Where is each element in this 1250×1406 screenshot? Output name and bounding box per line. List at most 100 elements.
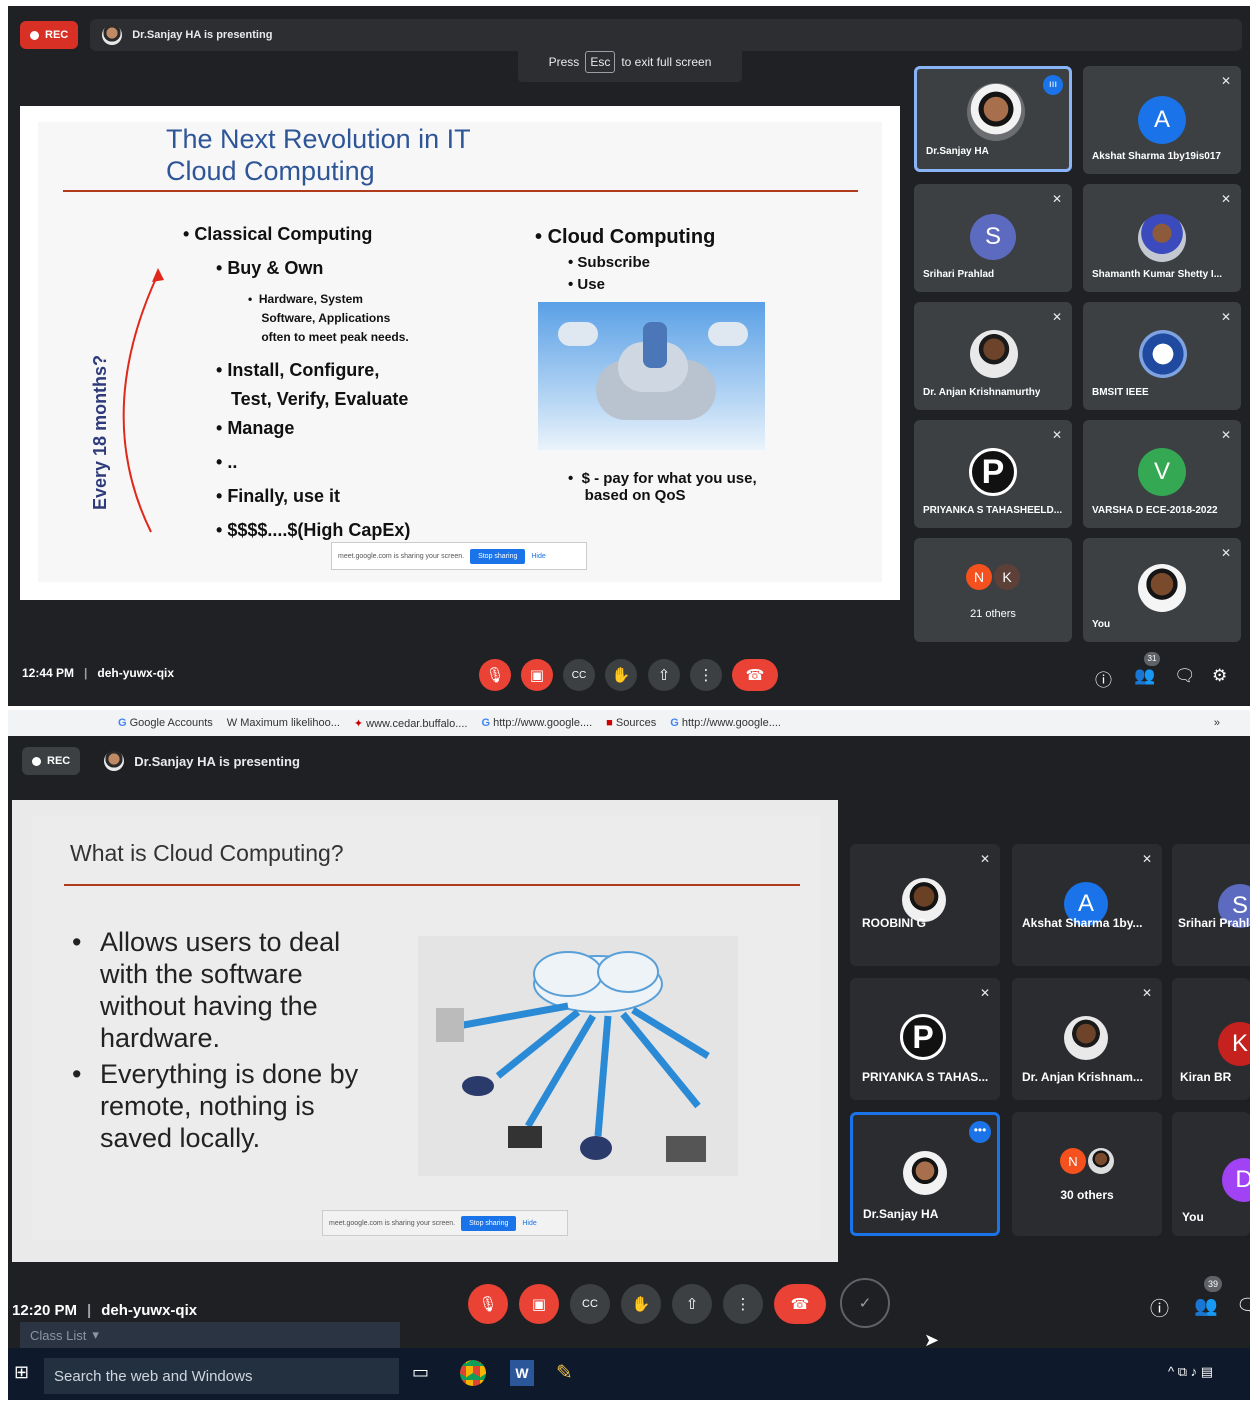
participant-tile[interactable]: ✕ P PRIYANKA S TAHASHEELD...	[914, 420, 1072, 528]
avatar-letter: N	[966, 564, 992, 590]
info-icon[interactable]: ⓘ	[1150, 1294, 1169, 1321]
esc-key: Esc	[585, 51, 616, 73]
dots-text: ..	[227, 452, 238, 472]
others-tile[interactable]: N K 21 others	[914, 538, 1072, 642]
hand-icon: ✋	[611, 667, 631, 684]
top-bar: REC Dr.Sanjay HA is presenting	[22, 744, 750, 778]
paint-icon[interactable]: ✎	[556, 1360, 573, 1385]
participant-tile[interactable]: ✕ P PRIYANKA S TAHAS...	[850, 978, 1000, 1100]
tile-name: You	[1182, 1210, 1204, 1224]
more-options-button[interactable]: ⋮	[690, 659, 722, 691]
camera-toggle-button[interactable]: ▣	[519, 1284, 559, 1324]
bookmark[interactable]: ✦ www.cedar.buffalo....	[354, 717, 468, 730]
presenting-banner: Dr.Sanjay HA is presenting	[92, 745, 750, 777]
manage-text: Manage	[227, 418, 295, 438]
mic-toggle-button[interactable]: 🎙	[479, 659, 511, 691]
others-tile[interactable]: N 30 others	[1012, 1112, 1162, 1236]
participant-tile[interactable]: ✕ A Akshat Sharma 1by...	[1012, 844, 1162, 966]
chat-icon[interactable]: 🗨	[1236, 1294, 1250, 1318]
clock: 12:44 PM	[22, 666, 75, 680]
b2-line: remote, nothing is	[100, 1091, 315, 1121]
sharing-notice: meet.google.com is sharing your screen. …	[322, 1210, 568, 1236]
participant-tile[interactable]: ✕ Dr. Anjan Krishnamurthy	[914, 302, 1072, 410]
participant-tile[interactable]: ✕ BMSIT IEEE	[1083, 302, 1241, 410]
bullet-use: • Use	[568, 276, 605, 293]
slide-title-line1: The Next Revolution in IT	[166, 124, 471, 154]
task-view-icon[interactable]: ▭	[412, 1362, 429, 1383]
bookmark[interactable]: G http://www.google....	[670, 717, 781, 729]
tile-name: Akshat Sharma 1by...	[1022, 916, 1143, 930]
people-icon[interactable]: 👥	[1194, 1294, 1218, 1318]
participant-tile[interactable]: ııı Dr.Sanjay HA	[914, 66, 1072, 172]
windows-taskbar: ⊞ Search the web and Windows ▭ W ✎ ^ ⧉ ♪…	[8, 1348, 1250, 1400]
meeting-code: deh-yuwx-qix	[97, 666, 175, 680]
meet-screen-2: G Google Accounts W Maximum likelihoo...…	[8, 710, 1250, 1400]
activities-icon[interactable]: ⚙	[1212, 666, 1227, 686]
participant-tile[interactable]: K Kiran BR	[1172, 978, 1250, 1100]
check-button[interactable]: ✓	[840, 1278, 890, 1328]
mic-off-icon: ✕	[1051, 310, 1062, 324]
stop-sharing-button[interactable]: Stop sharing	[470, 548, 526, 564]
bookmark[interactable]: G Google Accounts	[118, 717, 213, 729]
avatar-letter: D	[1222, 1158, 1250, 1202]
people-count-badge: 31	[1144, 652, 1160, 666]
leave-call-button[interactable]: ☎	[732, 659, 778, 691]
participant-tile[interactable]: S Srihari Prahla	[1172, 844, 1250, 966]
title-rule	[63, 190, 858, 192]
participant-tile[interactable]: ••• Dr.Sanjay HA	[850, 1112, 1000, 1236]
bullet-classical: • Classical Computing	[183, 224, 373, 244]
more-dots-icon[interactable]: •••	[969, 1121, 991, 1143]
system-tray-icons[interactable]: ^ ⧉ ♪ ▤	[1168, 1364, 1213, 1380]
info-icon[interactable]: ⓘ	[1095, 666, 1112, 691]
bookmark[interactable]: ■ Sources	[606, 717, 656, 729]
self-tile[interactable]: D You	[1172, 1112, 1250, 1236]
participant-tile[interactable]: ✕ Dr. Anjan Krishnam...	[1012, 978, 1162, 1100]
participant-tile[interactable]: ✕ A Akshat Sharma 1by19is017	[1083, 66, 1241, 174]
pay1: $ - pay for what you use,	[581, 470, 757, 487]
chevron-down-icon: ▾	[92, 1327, 99, 1342]
participant-tile[interactable]: ✕ ROOBINI G	[850, 844, 1000, 966]
sources-icon: ■	[606, 717, 613, 729]
raise-hand-button[interactable]: ✋	[605, 659, 637, 691]
avatar	[967, 83, 1025, 141]
self-tile[interactable]: ✕ You	[1083, 538, 1241, 642]
subscribe-text: Subscribe	[577, 254, 650, 271]
participant-tile[interactable]: ✕ V VARSHA D ECE-2018-2022	[1083, 420, 1241, 528]
chat-icon[interactable]: 🗨	[1174, 666, 1196, 686]
google-icon: G	[118, 717, 127, 729]
mic-toggle-button[interactable]: 🎙	[468, 1284, 508, 1324]
participant-tile[interactable]: ✕ S Srihari Prahlad	[914, 184, 1072, 292]
bookmark[interactable]: G http://www.google....	[481, 717, 592, 729]
people-icon[interactable]: 👥	[1134, 666, 1155, 686]
shared-screen: What is Cloud Computing? • Allows users …	[12, 800, 838, 1262]
present-button[interactable]: ⇧	[672, 1284, 712, 1324]
word-icon[interactable]: W	[510, 1360, 534, 1386]
more-bookmarks[interactable]: »	[1214, 717, 1220, 729]
bullet-everything: • Everything is done by remote, nothing i…	[72, 1058, 358, 1154]
windows-start-icon[interactable]: ⊞	[14, 1362, 29, 1383]
more-options-button[interactable]: ⋮	[723, 1284, 763, 1324]
b1-line: Allows users to deal	[100, 927, 341, 957]
hw3: often to meet peak needs.	[261, 330, 409, 344]
mic-off-icon: 🎙	[478, 1296, 498, 1313]
raise-hand-button[interactable]: ✋	[621, 1284, 661, 1324]
participant-tile[interactable]: ✕ Shamanth Kumar Shetty I...	[1083, 184, 1241, 292]
captions-button[interactable]: CC	[570, 1284, 610, 1324]
present-button[interactable]: ⇧	[648, 659, 680, 691]
class-list-bar[interactable]: Class List ▾	[20, 1322, 400, 1348]
leave-call-button[interactable]: ☎	[774, 1284, 826, 1324]
mic-off-icon: ✕	[1141, 986, 1152, 1000]
avatar	[1138, 564, 1186, 612]
windows-search-box[interactable]: Search the web and Windows	[44, 1358, 399, 1394]
hangup-icon: ☎	[790, 1296, 810, 1313]
class-list-label: Class List	[30, 1327, 87, 1343]
captions-button[interactable]: CC	[563, 659, 595, 691]
chrome-icon[interactable]	[460, 1360, 486, 1386]
stop-sharing-button[interactable]: Stop sharing	[461, 1215, 517, 1231]
bullet-finally: • Finally, use it	[216, 486, 341, 506]
camera-toggle-button[interactable]: ▣	[521, 659, 553, 691]
hide-button[interactable]: Hide	[531, 553, 545, 560]
ieee-logo-icon	[1139, 330, 1187, 378]
bookmark[interactable]: W Maximum likelihoo...	[227, 717, 340, 729]
hide-button[interactable]: Hide	[522, 1220, 536, 1227]
